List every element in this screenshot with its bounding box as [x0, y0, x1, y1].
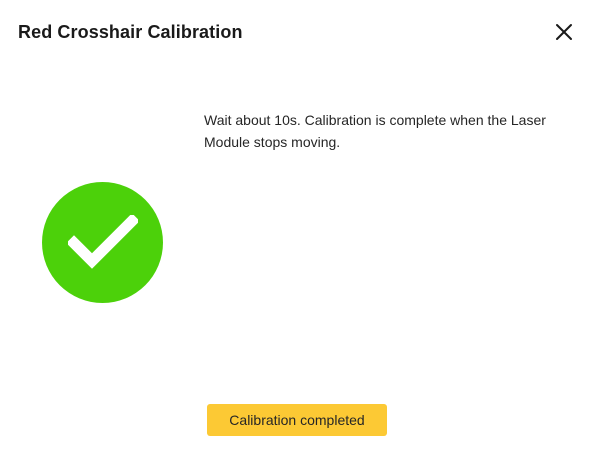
close-button[interactable]	[552, 20, 576, 44]
close-icon	[556, 24, 572, 40]
dialog-title: Red Crosshair Calibration	[18, 22, 243, 42]
check-icon	[67, 214, 138, 269]
calibration-dialog: Red Crosshair Calibration Wait about 10s…	[0, 0, 593, 456]
calibration-completed-button[interactable]: Calibration completed	[207, 404, 387, 436]
success-status	[42, 182, 163, 303]
calibration-instruction: Wait about 10s. Calibration is complete …	[204, 112, 546, 150]
